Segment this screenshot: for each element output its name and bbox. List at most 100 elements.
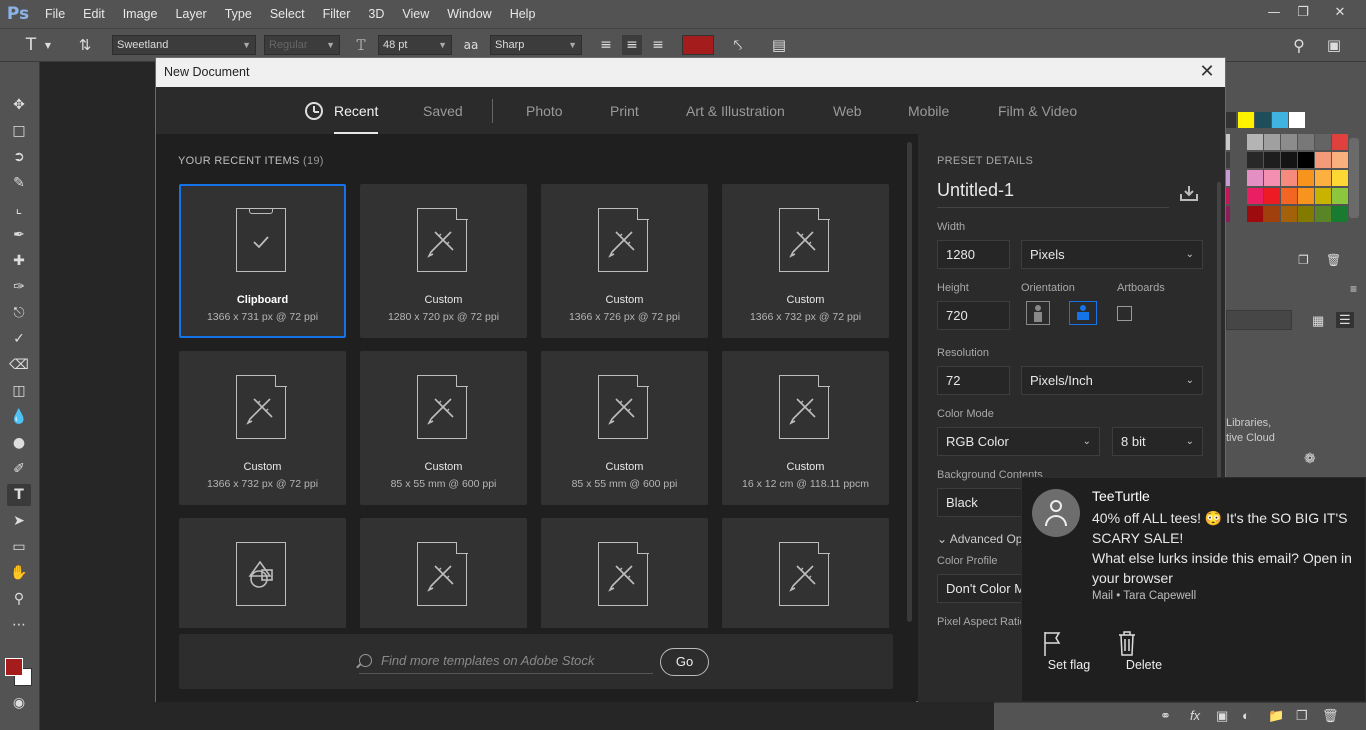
marquee-tool-icon[interactable]: □ bbox=[7, 120, 31, 142]
resolution-unit-select[interactable]: Pixels/Inch ⌄ bbox=[1021, 366, 1203, 395]
swatch[interactable] bbox=[1226, 188, 1230, 204]
swatch[interactable] bbox=[1238, 112, 1254, 128]
swatch[interactable] bbox=[1226, 170, 1230, 186]
mail-notification[interactable]: TeeTurtle 40% off ALL tees! 😳 It's the S… bbox=[1021, 477, 1366, 702]
trash-icon[interactable]: 🗑 bbox=[1322, 708, 1339, 724]
swatch[interactable] bbox=[1281, 170, 1297, 186]
menu-edit[interactable]: Edit bbox=[74, 0, 114, 28]
font-style-select[interactable]: Regular ▼ bbox=[264, 35, 340, 55]
swatch[interactable] bbox=[1247, 152, 1263, 168]
align-center-icon[interactable]: ≡ bbox=[622, 35, 642, 55]
recent-item-clipboard[interactable]: Clipboard 1366 x 731 px @ 72 ppi bbox=[179, 184, 346, 338]
paint-bucket-tool-icon[interactable]: ◫ bbox=[7, 380, 31, 402]
swatch[interactable] bbox=[1315, 134, 1331, 150]
swatch[interactable] bbox=[1247, 206, 1263, 222]
tab-web[interactable]: Web bbox=[833, 87, 862, 134]
library-select[interactable] bbox=[1226, 310, 1292, 330]
fx-icon[interactable]: fx bbox=[1190, 708, 1200, 723]
text-orientation-icon[interactable]: ⇅ bbox=[74, 35, 96, 55]
portrait-orientation-button[interactable] bbox=[1026, 301, 1050, 325]
restore-icon[interactable]: ❐ bbox=[1289, 0, 1317, 24]
go-button[interactable]: Go bbox=[660, 648, 709, 676]
swatch[interactable] bbox=[1264, 188, 1280, 204]
tab-photo[interactable]: Photo bbox=[526, 87, 563, 134]
swatch[interactable] bbox=[1315, 206, 1331, 222]
swatch[interactable] bbox=[1315, 188, 1331, 204]
close-icon[interactable]: ✕ bbox=[1326, 0, 1354, 24]
swatch[interactable] bbox=[1264, 206, 1280, 222]
eyedropper-tool-icon[interactable]: ✒ bbox=[7, 224, 31, 246]
foreground-color-swatch[interactable] bbox=[5, 658, 23, 676]
menu-filter[interactable]: Filter bbox=[314, 0, 360, 28]
swatch[interactable] bbox=[1247, 134, 1263, 150]
mask-icon[interactable]: ▣ bbox=[1216, 708, 1228, 724]
swatch[interactable] bbox=[1315, 152, 1331, 168]
search-icon[interactable]: ⚲ bbox=[1288, 35, 1310, 55]
document-name-input[interactable]: Untitled-1 bbox=[937, 180, 1169, 208]
swatch[interactable] bbox=[1226, 152, 1230, 168]
width-unit-select[interactable]: Pixels ⌄ bbox=[1021, 240, 1203, 269]
folder-icon[interactable]: 📁 bbox=[1268, 708, 1284, 724]
swatch[interactable] bbox=[1298, 134, 1314, 150]
move-tool-icon[interactable]: ✥ bbox=[7, 94, 31, 116]
link-layers-icon[interactable]: ⚭ bbox=[1160, 708, 1171, 724]
dodge-tool-icon[interactable]: ● bbox=[7, 432, 31, 454]
new-swatch-icon[interactable]: ❐ bbox=[1298, 253, 1309, 267]
swatch[interactable] bbox=[1298, 188, 1314, 204]
recent-item-card[interactable] bbox=[722, 518, 889, 628]
swatch[interactable] bbox=[1247, 170, 1263, 186]
recent-item-card[interactable]: Custom 1366 x 732 px @ 72 ppi bbox=[179, 351, 346, 505]
menu-type[interactable]: Type bbox=[216, 0, 261, 28]
menu-help[interactable]: Help bbox=[501, 0, 545, 28]
swatch[interactable] bbox=[1298, 206, 1314, 222]
resolution-input[interactable]: 72 bbox=[937, 366, 1010, 395]
recent-item-card[interactable] bbox=[179, 518, 346, 628]
tab-film-video[interactable]: Film & Video bbox=[998, 87, 1077, 134]
swatch[interactable] bbox=[1332, 134, 1348, 150]
workspace-icon[interactable]: ▣ bbox=[1322, 35, 1346, 55]
path-select-tool-icon[interactable]: ➤ bbox=[7, 510, 31, 532]
stock-search-input[interactable]: Find more templates on Adobe Stock bbox=[359, 650, 653, 674]
swatches-scrollbar[interactable] bbox=[1349, 138, 1359, 218]
menu-view[interactable]: View bbox=[393, 0, 438, 28]
swatch[interactable] bbox=[1226, 206, 1230, 222]
type-tool-icon[interactable]: T bbox=[7, 484, 31, 506]
menu-image[interactable]: Image bbox=[114, 0, 167, 28]
swatch[interactable] bbox=[1281, 152, 1297, 168]
height-input[interactable]: 720 bbox=[937, 301, 1010, 330]
menu-file[interactable]: File bbox=[36, 0, 74, 28]
font-family-select[interactable]: Sweetland ▼ bbox=[112, 35, 256, 55]
tab-recent[interactable]: Recent bbox=[334, 87, 379, 134]
swatch[interactable] bbox=[1298, 170, 1314, 186]
bit-depth-select[interactable]: 8 bit ⌄ bbox=[1112, 427, 1203, 456]
quick-mask-icon[interactable]: ◉ bbox=[7, 692, 31, 714]
tab-mobile[interactable]: Mobile bbox=[908, 87, 949, 134]
swatch[interactable] bbox=[1315, 170, 1331, 186]
tab-art-illustration[interactable]: Art & Illustration bbox=[686, 87, 785, 134]
color-mode-select[interactable]: RGB Color ⌄ bbox=[937, 427, 1100, 456]
healing-brush-tool-icon[interactable]: ✚ bbox=[7, 250, 31, 272]
menu-select[interactable]: Select bbox=[261, 0, 314, 28]
artboards-checkbox[interactable] bbox=[1117, 306, 1132, 321]
hand-tool-icon[interactable]: ✋ bbox=[7, 562, 31, 584]
swatch[interactable] bbox=[1281, 134, 1297, 150]
recent-items-scrollbar[interactable] bbox=[907, 142, 912, 622]
swatch[interactable] bbox=[1264, 170, 1280, 186]
recent-item-card[interactable]: Custom 85 x 55 mm @ 600 ppi bbox=[541, 351, 708, 505]
swatch[interactable] bbox=[1281, 206, 1297, 222]
advanced-options-toggle[interactable]: ⌄ Advanced Op bbox=[937, 532, 1022, 546]
recent-item-card[interactable]: Custom 1366 x 726 px @ 72 ppi bbox=[541, 184, 708, 338]
new-layer-icon[interactable]: ❐ bbox=[1296, 708, 1308, 724]
recent-item-card[interactable]: Custom 1366 x 732 px @ 72 ppi bbox=[722, 184, 889, 338]
rectangle-tool-icon[interactable]: ▭ bbox=[7, 536, 31, 558]
trash-icon[interactable]: 🗑 bbox=[1326, 253, 1341, 267]
pen-tool-icon[interactable]: ✐ bbox=[7, 458, 31, 480]
quick-select-tool-icon[interactable]: ✎ bbox=[7, 172, 31, 194]
delete-button[interactable]: Delete bbox=[1114, 628, 1174, 672]
menu-layer[interactable]: Layer bbox=[166, 0, 215, 28]
warp-text-icon[interactable]: ⤣ bbox=[728, 35, 748, 55]
swatch[interactable] bbox=[1281, 188, 1297, 204]
lasso-tool-icon[interactable]: ➲ bbox=[7, 146, 31, 168]
recent-item-card[interactable]: Custom 85 x 55 mm @ 600 ppi bbox=[360, 351, 527, 505]
list-view-icon[interactable]: ☰ bbox=[1336, 312, 1354, 328]
